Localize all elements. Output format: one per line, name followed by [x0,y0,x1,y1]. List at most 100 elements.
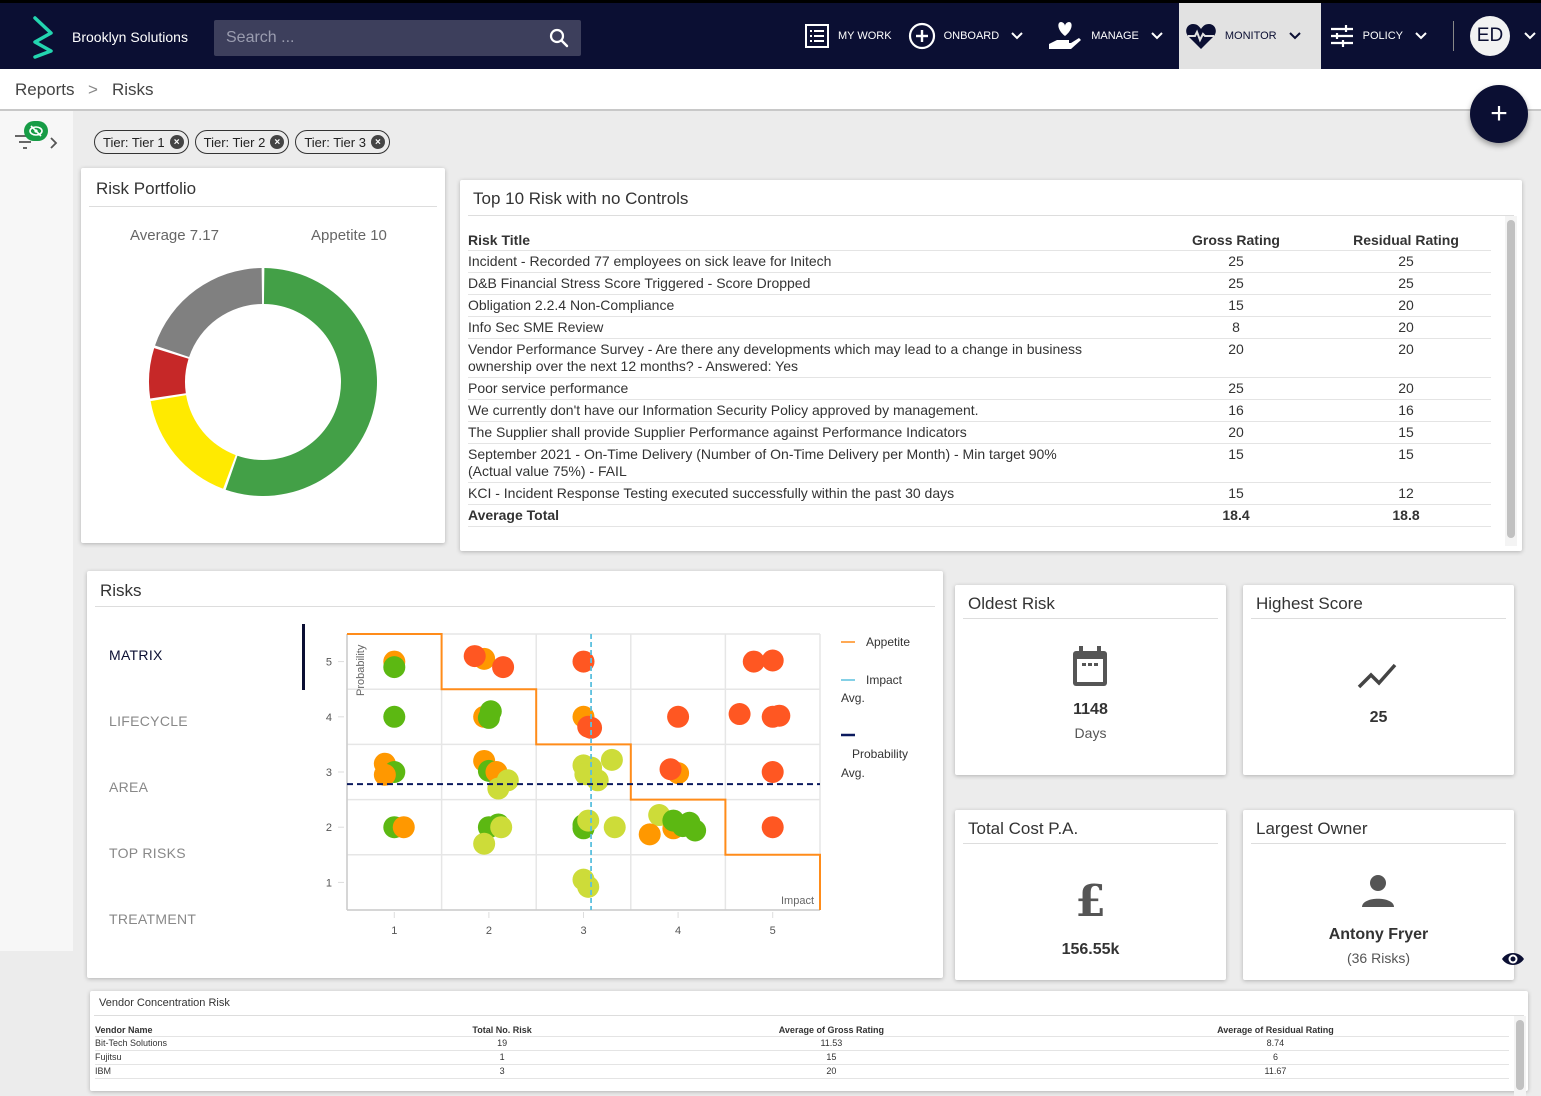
nav-manage[interactable]: MANAGE [1039,3,1179,69]
divider [94,1015,1524,1016]
table-row[interactable]: Poor service performance 25 20 [468,377,1491,400]
chevron-right-icon[interactable] [49,136,59,150]
total-cell: Average Total [468,504,1151,527]
table-row[interactable]: September 2021 - On-Time Delivery (Numbe… [468,443,1491,483]
card-title: Largest Owner [1256,819,1368,838]
column-header[interactable]: Average of Residual Rating [1041,1024,1509,1037]
column-header[interactable]: Residual Rating [1321,230,1491,251]
risk-point[interactable] [577,715,600,738]
filter-chip[interactable]: Tier: Tier 2 × [194,130,290,154]
legend-label[interactable]: Probability [852,747,908,761]
gross-rating-cell: 20 [1151,421,1321,444]
search-input[interactable] [214,20,534,56]
heart-hand-icon [1049,22,1082,49]
chevron-down-icon [1288,32,1301,40]
brand-logo-icon[interactable] [30,15,56,59]
risk-title-cell: We currently don't have our Information … [468,399,1151,422]
close-icon[interactable]: × [169,135,184,149]
risk-point[interactable] [473,832,496,855]
risk-point[interactable] [577,809,600,832]
y-tick-label: 2 [326,822,332,834]
table-row[interactable]: KCI - Incident Response Testing executed… [468,482,1491,505]
table-row[interactable]: The Supplier shall provide Supplier Perf… [468,421,1491,444]
sliders-icon [1330,25,1353,47]
table-row[interactable]: Info Sec SME Review 8 20 [468,316,1491,339]
legend-label[interactable]: Appetite [866,635,910,649]
risk-point[interactable] [761,816,784,839]
scrollbar[interactable] [1514,1016,1526,1096]
risk-point[interactable] [383,656,406,679]
column-header[interactable]: Total No. Risk [383,1024,621,1037]
column-header[interactable]: Average of Gross Rating [620,1024,1042,1037]
avg-gross-cell: 15 [620,1050,1042,1065]
risk-point[interactable] [603,816,626,839]
risk-point[interactable] [600,748,623,771]
total-cost-value: 156.55k [1061,941,1120,958]
risk-title-cell: Incident - Recorded 77 employees on sick… [468,250,1151,273]
risk-point[interactable] [479,700,502,723]
risk-point[interactable] [742,650,765,673]
nav-my-work[interactable]: MY WORK [796,3,900,69]
y-tick-label: 3 [326,767,332,779]
table-row[interactable]: Obligation 2.2.4 Non-Compliance 15 20 [468,294,1491,317]
donut-slice-yellow[interactable] [150,395,236,489]
filter-chip[interactable]: Tier: Tier 3 × [295,130,390,154]
risk-point[interactable] [761,649,784,672]
table-row[interactable]: Incident - Recorded 77 employees on sick… [468,250,1491,273]
risk-point[interactable] [659,758,682,781]
gross-rating-cell: 25 [1151,250,1321,273]
donut-slice-gray[interactable] [155,268,263,358]
calendar-icon [1073,646,1107,686]
search-icon[interactable] [549,28,569,48]
person-icon [1362,875,1394,907]
risk-point[interactable] [392,816,415,839]
nav-label: MONITOR [1224,30,1277,42]
risk-point[interactable] [492,656,515,679]
scrollbar-thumb[interactable] [1516,1020,1524,1090]
table-row[interactable]: D&B Financial Stress Score Triggered - S… [468,272,1491,295]
nav-label: MANAGE [1091,30,1139,42]
risk-point[interactable] [487,777,510,800]
nav-policy[interactable]: POLICY [1321,3,1443,69]
breadcrumb-reports[interactable]: Reports [15,80,75,100]
vendor-concentration-card: Vendor Concentration Risk Vendor Name To… [90,991,1528,1096]
close-icon[interactable]: × [370,135,385,149]
user-avatar[interactable]: ED [1470,16,1510,56]
vendor-row[interactable]: Bit-Tech Solutions 19 11.53 8.74 [95,1036,1509,1051]
risk-point[interactable] [684,819,707,842]
nav-onboard[interactable]: ONBOARD [900,3,1040,69]
filter-chip[interactable]: Tier: Tier 1 × [94,130,189,154]
column-header[interactable]: Risk Title [468,230,1151,251]
column-header[interactable]: Vendor Name [95,1024,384,1037]
x-tick-label: 4 [675,925,681,937]
scrollbar-thumb[interactable] [1507,220,1515,538]
vendor-row[interactable]: Fujitsu 1 15 6 [95,1050,1509,1065]
close-icon[interactable]: × [270,135,285,149]
risk-point[interactable] [761,761,784,783]
eye-icon[interactable] [1501,950,1525,968]
risk-point[interactable] [667,705,690,728]
total-row: Average Total 18.4 18.8 [468,504,1491,527]
user-menu-chevron-icon[interactable] [1524,32,1536,40]
filter-visibility-badge[interactable] [24,121,48,141]
risk-point[interactable] [574,763,597,786]
table-row[interactable]: Vendor Performance Survey - Are there an… [468,338,1491,378]
risk-point[interactable] [638,823,661,846]
risk-point[interactable] [768,704,791,727]
legend-label[interactable]: Impact [866,673,903,687]
risk-point[interactable] [463,645,486,668]
scrollbar[interactable] [1505,216,1517,546]
card-title: Total Cost P.A. [968,819,1079,838]
risk-point[interactable] [577,875,600,898]
column-header[interactable]: Gross Rating [1151,230,1321,251]
risk-point[interactable] [373,763,396,786]
donut-slice-red[interactable] [149,348,189,399]
nav-monitor[interactable]: MONITOR [1178,3,1321,69]
vendor-row[interactable]: IBM 3 20 11.67 [95,1064,1509,1079]
add-button[interactable]: + [1470,85,1528,143]
table-row[interactable]: We currently don't have our Information … [468,399,1491,422]
risk-point[interactable] [383,705,406,728]
risk-point[interactable] [490,816,513,839]
risk-point[interactable] [728,703,751,726]
residual-rating-cell: 20 [1321,338,1491,378]
